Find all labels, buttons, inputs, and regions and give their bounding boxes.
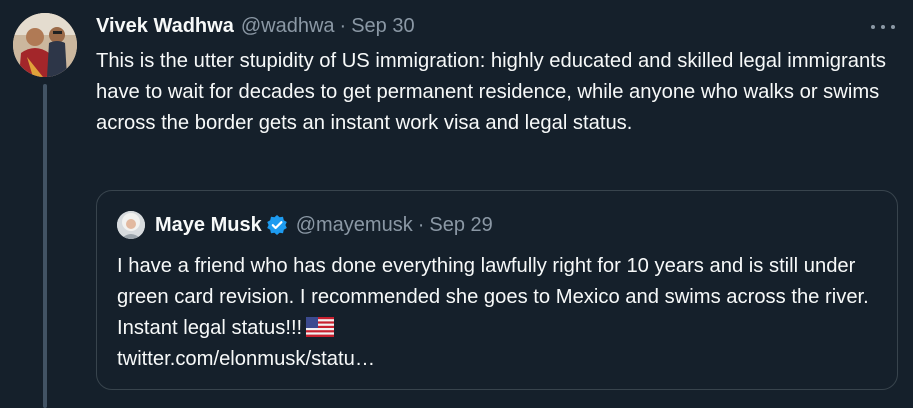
quoted-tweet-link[interactable]: twitter.com/elonmusk/statu… [117,348,375,370]
verified-badge-icon [266,214,288,236]
quoted-author-name[interactable]: Maye Musk [155,214,262,237]
quoted-tweet-text: I have a friend who has done everything … [117,251,887,375]
author-name[interactable]: Vivek Wadhwa [96,15,234,38]
tweet-date[interactable]: Sep 30 [351,15,414,38]
quoted-tweet-date[interactable]: Sep 29 [429,214,492,237]
quoted-tweet[interactable]: Maye Musk @mayemusk · Sep 29 I have a fr… [96,190,898,390]
separator-dot: · [339,14,347,37]
quoted-author-handle[interactable]: @mayemusk [296,214,413,237]
separator-dot: · [417,213,425,236]
more-horizontal-icon[interactable] [871,17,895,37]
author-avatar[interactable] [13,13,77,77]
tweet-text: This is the utter stupidity of US immigr… [96,50,886,134]
tweet[interactable]: Vivek Wadhwa @wadhwa · Sep 30 This is th… [0,0,913,408]
thread-line [43,84,47,408]
us-flag-icon [306,316,335,337]
quoted-tweet-header: Maye Musk @mayemusk · Sep 29 [117,211,493,239]
quoted-author-avatar[interactable] [117,211,145,239]
quoted-tweet-body: I have a friend who has done everything … [117,255,869,339]
tweet-header: Vivek Wadhwa @wadhwa · Sep 30 [96,13,415,39]
author-handle[interactable]: @wadhwa [241,15,335,38]
